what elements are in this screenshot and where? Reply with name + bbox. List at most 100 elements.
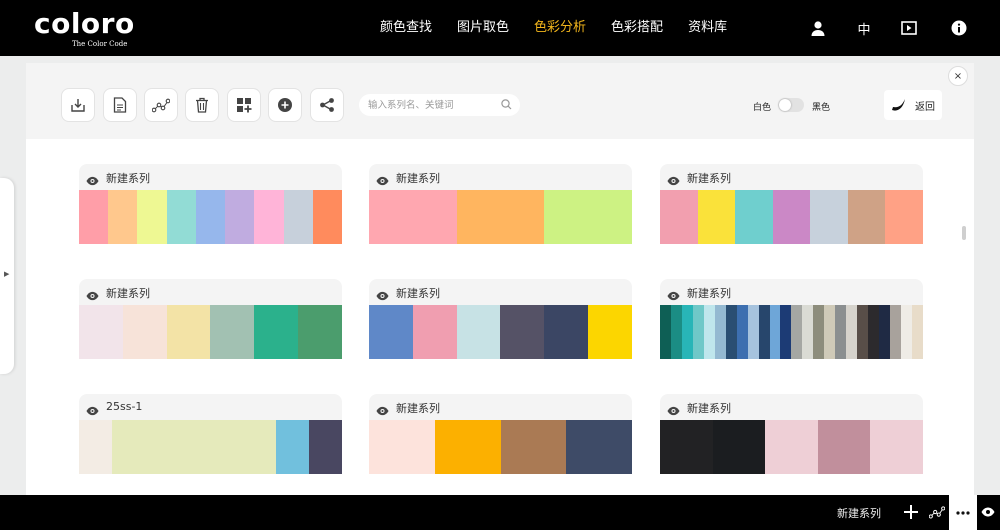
palette-card[interactable]: 新建系列 xyxy=(79,164,342,244)
color-swatch[interactable] xyxy=(813,305,825,359)
color-swatch[interactable] xyxy=(79,420,112,474)
color-swatch[interactable] xyxy=(434,420,501,474)
color-swatch[interactable] xyxy=(369,190,457,244)
delete-button[interactable] xyxy=(185,88,219,122)
palette-card[interactable]: 新建系列 xyxy=(369,164,633,244)
side-panel-toggle[interactable]: ▶ xyxy=(0,178,14,374)
color-swatch[interactable] xyxy=(758,305,770,359)
eye-icon[interactable] xyxy=(980,503,996,521)
eye-icon[interactable] xyxy=(667,171,680,190)
color-swatch[interactable] xyxy=(769,305,781,359)
color-swatch[interactable] xyxy=(243,420,277,474)
eye-icon[interactable] xyxy=(376,286,389,305)
plus-icon[interactable] xyxy=(902,503,920,521)
color-swatch[interactable] xyxy=(802,305,814,359)
color-swatch[interactable] xyxy=(791,305,803,359)
color-swatch[interactable] xyxy=(456,190,545,244)
color-swatch[interactable] xyxy=(660,305,671,359)
user-icon[interactable] xyxy=(807,17,829,39)
color-swatch[interactable] xyxy=(712,420,766,474)
color-swatch[interactable] xyxy=(703,305,715,359)
color-swatch[interactable] xyxy=(210,420,244,474)
color-swatch[interactable] xyxy=(885,190,924,244)
color-swatch[interactable] xyxy=(780,305,792,359)
info-icon[interactable] xyxy=(948,17,970,39)
color-swatch[interactable] xyxy=(166,190,196,244)
color-swatch[interactable] xyxy=(210,305,255,359)
color-swatch[interactable] xyxy=(879,305,891,359)
color-swatch[interactable] xyxy=(747,305,759,359)
palette-card[interactable]: 25ss-1 xyxy=(79,394,342,474)
add-grid-button[interactable] xyxy=(227,88,261,122)
color-swatch[interactable] xyxy=(283,190,313,244)
color-swatch[interactable] xyxy=(670,305,682,359)
nav-color-analysis[interactable]: 色彩分析 xyxy=(534,0,586,56)
nav-color-matching[interactable]: 色彩搭配 xyxy=(611,0,663,56)
color-swatch[interactable] xyxy=(195,190,226,244)
color-swatch[interactable] xyxy=(900,305,912,359)
download-button[interactable] xyxy=(61,88,95,122)
analysis-chart-icon[interactable] xyxy=(928,503,946,521)
color-swatch[interactable] xyxy=(166,305,211,359)
close-button[interactable]: × xyxy=(948,66,968,86)
palette-card[interactable]: 新建系列 xyxy=(660,394,923,474)
search-icon[interactable] xyxy=(501,99,512,110)
color-swatch[interactable] xyxy=(137,190,167,244)
color-swatch[interactable] xyxy=(225,190,255,244)
color-swatch[interactable] xyxy=(500,305,545,359)
color-swatch[interactable] xyxy=(857,305,869,359)
color-swatch[interactable] xyxy=(312,190,342,244)
color-swatch[interactable] xyxy=(500,420,567,474)
palette-card[interactable]: 新建系列 xyxy=(369,279,632,359)
color-swatch[interactable] xyxy=(122,305,167,359)
color-swatch[interactable] xyxy=(817,420,871,474)
color-swatch[interactable] xyxy=(544,305,589,359)
color-swatch[interactable] xyxy=(108,190,138,244)
color-swatch[interactable] xyxy=(697,190,736,244)
color-swatch[interactable] xyxy=(254,305,299,359)
add-button[interactable] xyxy=(268,88,302,122)
color-swatch[interactable] xyxy=(681,305,693,359)
video-icon[interactable] xyxy=(898,17,920,39)
scrollbar-thumb[interactable] xyxy=(962,226,966,240)
color-swatch[interactable] xyxy=(588,305,632,359)
color-swatch[interactable] xyxy=(835,305,847,359)
eye-icon[interactable] xyxy=(86,401,99,420)
color-swatch[interactable] xyxy=(810,190,848,244)
color-swatch[interactable] xyxy=(772,190,811,244)
color-swatch[interactable] xyxy=(735,190,773,244)
color-swatch[interactable] xyxy=(412,305,457,359)
more-button[interactable] xyxy=(949,495,977,530)
color-swatch[interactable] xyxy=(79,305,123,359)
palette-card[interactable]: 新建系列 xyxy=(660,279,923,359)
color-swatch[interactable] xyxy=(692,305,704,359)
color-swatch[interactable] xyxy=(566,420,632,474)
eye-icon[interactable] xyxy=(86,171,99,190)
color-swatch[interactable] xyxy=(144,420,178,474)
palette-card[interactable]: 新建系列 xyxy=(369,394,632,474)
color-swatch[interactable] xyxy=(276,420,310,474)
palette-card[interactable]: 新建系列 xyxy=(660,164,924,244)
eye-icon[interactable] xyxy=(376,171,389,190)
eye-icon[interactable] xyxy=(376,401,389,420)
eye-icon[interactable] xyxy=(667,401,680,420)
color-swatch[interactable] xyxy=(870,420,923,474)
color-swatch[interactable] xyxy=(736,305,748,359)
eye-icon[interactable] xyxy=(86,286,99,305)
color-swatch[interactable] xyxy=(890,305,901,359)
nav-color-search[interactable]: 颜色查找 xyxy=(380,0,432,56)
color-swatch[interactable] xyxy=(111,420,145,474)
color-swatch[interactable] xyxy=(847,190,886,244)
document-button[interactable] xyxy=(103,88,137,122)
bg-color-toggle[interactable] xyxy=(778,98,804,112)
analysis-button[interactable] xyxy=(144,88,178,122)
color-swatch[interactable] xyxy=(714,305,726,359)
color-swatch[interactable] xyxy=(544,190,633,244)
eye-icon[interactable] xyxy=(667,286,680,305)
nav-library[interactable]: 资料库 xyxy=(688,0,727,56)
logo[interactable]: coloro The Color Code xyxy=(34,8,135,49)
color-swatch[interactable] xyxy=(824,305,836,359)
color-swatch[interactable] xyxy=(79,190,109,244)
color-swatch[interactable] xyxy=(846,305,858,359)
color-swatch[interactable] xyxy=(369,420,435,474)
